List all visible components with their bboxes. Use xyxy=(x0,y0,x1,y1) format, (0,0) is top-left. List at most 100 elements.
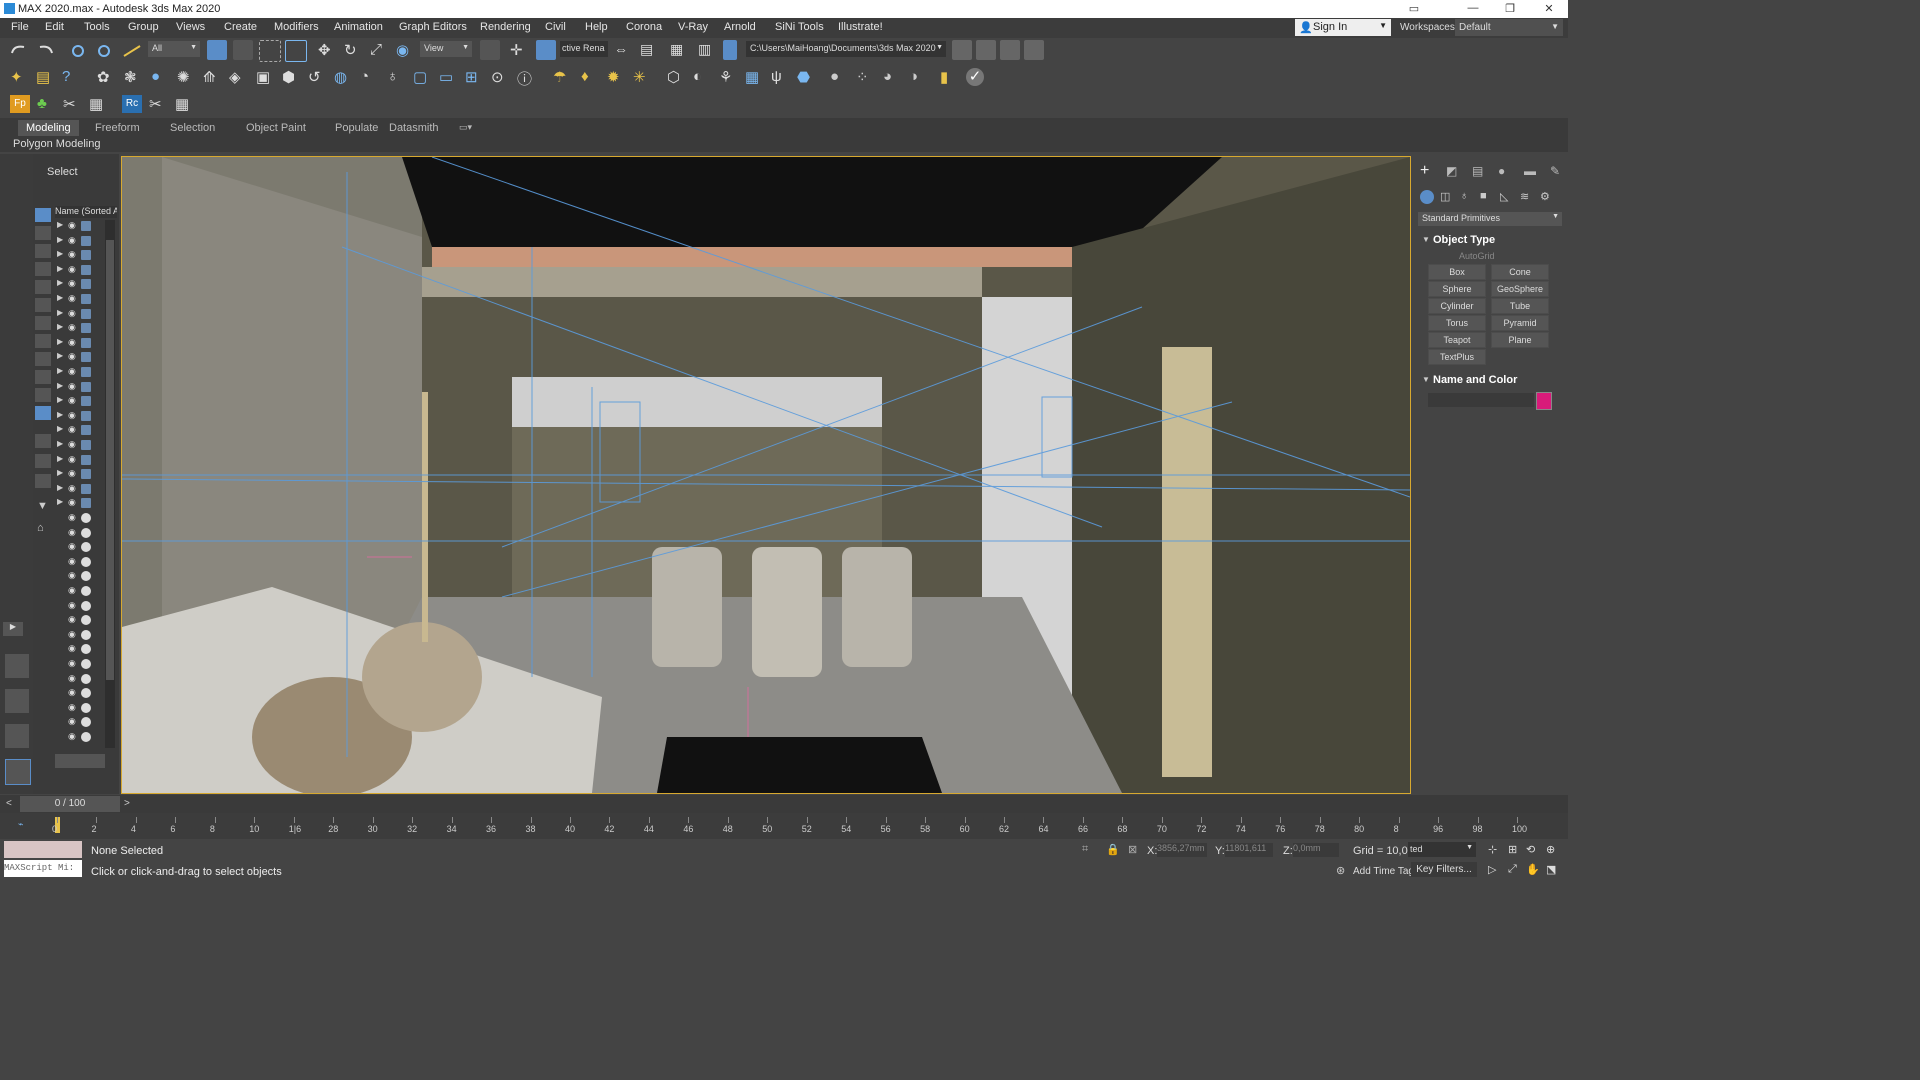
hierarchy-panel-icon[interactable]: ▤ xyxy=(1472,164,1483,178)
display-hidden-icon[interactable] xyxy=(35,406,51,420)
display-groups-icon[interactable] xyxy=(35,334,51,348)
render-setup-button[interactable] xyxy=(976,40,996,60)
menu-arnold[interactable]: Arnold xyxy=(724,21,756,33)
window-crossing-button[interactable] xyxy=(285,40,307,62)
display-none-icon[interactable] xyxy=(35,208,51,222)
sun-icon[interactable]: ✺ xyxy=(177,68,190,86)
eye-icon[interactable]: ◉ xyxy=(68,658,76,669)
eye-icon[interactable]: ◉ xyxy=(68,497,76,508)
placement-icon[interactable]: ◉ xyxy=(396,41,409,59)
corona-scatter-icon[interactable]: ⚘ xyxy=(719,68,732,86)
menu-vray[interactable]: V-Ray xyxy=(678,21,708,33)
proxy-icon[interactable]: ◈ xyxy=(229,68,241,86)
expand-arrow-icon[interactable]: ▶ xyxy=(57,220,63,229)
eye-icon[interactable]: ◉ xyxy=(68,468,76,479)
lock-selection-icon[interactable]: 🔒 xyxy=(1106,843,1120,856)
selection-filter-dropdown[interactable]: All ▼ xyxy=(148,41,200,57)
expand-arrow-icon[interactable]: ▶ xyxy=(57,439,63,448)
mesh-export-icon[interactable]: ⬢ xyxy=(282,68,295,86)
display-invert-icon[interactable] xyxy=(35,474,51,488)
eye-icon[interactable]: ◉ xyxy=(68,293,76,304)
eye-icon[interactable]: ◉ xyxy=(68,395,76,406)
rollout-collapse-icon[interactable]: ▼ xyxy=(1422,235,1430,244)
menu-edit[interactable]: Edit xyxy=(45,21,64,33)
rectangle-selection-button[interactable] xyxy=(259,40,281,62)
rotate-icon[interactable]: ↻ xyxy=(344,41,357,59)
rendered-frame-window-button[interactable] xyxy=(1000,40,1020,60)
menu-sini-tools[interactable]: SiNi Tools xyxy=(775,21,824,33)
orbit-icon[interactable]: ⟲ xyxy=(1526,843,1535,856)
display-panel-icon[interactable]: ▬ xyxy=(1524,164,1536,178)
expand-arrow-icon[interactable]: ▶ xyxy=(57,497,63,506)
display-bones-icon[interactable] xyxy=(35,370,51,384)
viewport-layout-4[interactable] xyxy=(5,759,31,785)
time-slider[interactable]: < 0 / 100 > xyxy=(0,795,1568,813)
project-folder-dropdown[interactable]: C:\Users\MaiHoang\Documents\3ds Max 2020… xyxy=(746,41,946,57)
eye-icon[interactable]: ◉ xyxy=(68,687,76,698)
forest-pack-icon[interactable]: Fp xyxy=(10,95,30,113)
set-key-icon[interactable]: ⊹ xyxy=(1488,843,1497,856)
keyboard-shortcut-override-button[interactable] xyxy=(536,40,556,60)
close-button[interactable]: ✕ xyxy=(1539,2,1559,16)
mirror-icon[interactable]: ⇔ xyxy=(614,41,628,57)
expand-arrow-icon[interactable]: ▶ xyxy=(57,351,63,360)
maximize-button[interactable]: ❐ xyxy=(1500,2,1520,16)
geosphere-button[interactable]: GeoSphere xyxy=(1491,281,1549,297)
isolate-selection-icon[interactable]: ⌗ xyxy=(1082,843,1088,856)
time-slider-thumb[interactable]: 0 / 100 xyxy=(20,796,120,812)
eye-icon[interactable]: ◉ xyxy=(68,351,76,362)
z-coordinate-field[interactable]: 0,0mm xyxy=(1293,843,1339,857)
box-button[interactable]: Box xyxy=(1428,264,1486,280)
viewport-layout-1[interactable] xyxy=(5,654,29,678)
display-all-icon[interactable] xyxy=(35,454,51,468)
tools-icon[interactable]: ✂ xyxy=(63,95,76,113)
eye-icon[interactable]: ◉ xyxy=(68,643,76,654)
frame-buffer-icon[interactable]: ▣ xyxy=(256,68,270,86)
vray-logo-icon[interactable]: ✓ xyxy=(966,68,984,86)
expand-arrow-icon[interactable]: ▶ xyxy=(57,293,63,302)
eye-icon[interactable]: ◉ xyxy=(68,716,76,727)
eye-icon[interactable]: ◉ xyxy=(68,235,76,246)
select-object-button[interactable] xyxy=(207,40,227,60)
menu-graph-editors[interactable]: Graph Editors xyxy=(399,21,467,33)
eye-icon[interactable]: ◉ xyxy=(68,454,76,465)
menu-views[interactable]: Views xyxy=(176,21,205,33)
eye-icon[interactable]: ◉ xyxy=(68,585,76,596)
add-time-tag[interactable]: Add Time Tag xyxy=(1353,866,1414,877)
ribbon-toggle-button[interactable] xyxy=(723,40,737,60)
bake-icon[interactable]: ◔ xyxy=(360,68,369,85)
eye-icon[interactable]: ◉ xyxy=(68,308,76,319)
helpers-category-icon[interactable]: ◺ xyxy=(1500,190,1508,203)
name-and-color-title[interactable]: Name and Color xyxy=(1433,374,1517,386)
display-spacewarps-icon[interactable] xyxy=(35,316,51,330)
menu-rendering[interactable]: Rendering xyxy=(480,21,531,33)
cylinder-button[interactable]: Cylinder xyxy=(1428,298,1486,314)
eye-icon[interactable]: ◉ xyxy=(68,673,76,684)
expand-arrow-icon[interactable]: ▶ xyxy=(57,454,63,463)
tab-modeling[interactable]: Modeling xyxy=(18,120,79,136)
object-type-title[interactable]: Object Type xyxy=(1433,234,1495,246)
viewport-layout-2[interactable] xyxy=(5,689,29,713)
eye-icon[interactable]: ◉ xyxy=(68,439,76,450)
sphere-button[interactable]: Sphere xyxy=(1428,281,1486,297)
systems-category-icon[interactable]: ⚙ xyxy=(1540,190,1550,203)
light-icon[interactable]: ● xyxy=(151,68,160,85)
bulb-icon[interactable]: ♁ xyxy=(387,68,398,85)
geometry-category-icon[interactable] xyxy=(1420,190,1434,204)
menu-group[interactable]: Group xyxy=(128,21,159,33)
eye-icon[interactable]: ◉ xyxy=(68,614,76,625)
expand-arrow-icon[interactable]: ▶ xyxy=(57,235,63,244)
list-icon[interactable]: ▤ xyxy=(36,68,50,86)
eye-icon[interactable]: ◉ xyxy=(68,527,76,538)
viewport-layout-3[interactable] xyxy=(5,724,29,748)
material-icon[interactable]: ◍ xyxy=(334,68,347,86)
fur-icon[interactable]: ⟰ xyxy=(203,68,216,86)
sky-icon[interactable]: ✳ xyxy=(633,68,646,86)
textplus-button[interactable]: TextPlus xyxy=(1428,349,1486,365)
expand-arrow-icon[interactable]: ▶ xyxy=(57,381,63,390)
camera-icon[interactable]: ⊙ xyxy=(491,68,504,86)
absolute-mode-icon[interactable]: ⊠ xyxy=(1128,843,1137,856)
eye-icon[interactable]: ◉ xyxy=(68,600,76,611)
eye-icon[interactable]: ◉ xyxy=(68,337,76,348)
eye-icon[interactable]: ◉ xyxy=(68,512,76,523)
